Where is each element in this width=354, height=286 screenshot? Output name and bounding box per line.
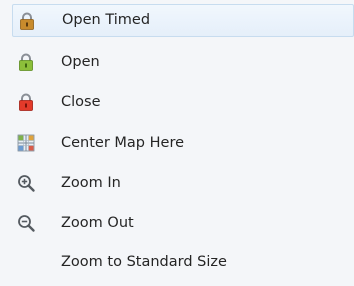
context-menu: Open Timed Open Close Center Map Here Zo… <box>0 0 354 286</box>
lock-closed-red-icon <box>16 92 36 112</box>
menu-item-label: Open <box>61 54 100 70</box>
lock-timed-icon <box>17 11 37 31</box>
center-map-grid-icon <box>16 133 36 153</box>
menu-item-open-timed[interactable]: Open Timed <box>12 4 354 37</box>
menu-item-zoom-to-standard-size[interactable]: Zoom to Standard Size <box>0 247 354 277</box>
zoom-out-icon <box>16 213 36 233</box>
menu-item-label: Center Map Here <box>61 135 185 151</box>
menu-item-open[interactable]: Open <box>0 47 354 77</box>
menu-item-label: Open Timed <box>62 12 151 28</box>
menu-item-close[interactable]: Close <box>0 87 354 117</box>
menu-item-zoom-out[interactable]: Zoom Out <box>0 208 354 238</box>
menu-item-label: Zoom to Standard Size <box>61 254 227 270</box>
menu-item-label: Close <box>61 94 101 110</box>
zoom-in-icon <box>16 173 36 193</box>
lock-open-green-icon <box>16 52 36 72</box>
menu-item-zoom-in[interactable]: Zoom In <box>0 168 354 198</box>
menu-item-center-map-here[interactable]: Center Map Here <box>0 128 354 158</box>
menu-item-label: Zoom In <box>61 175 121 191</box>
menu-item-label: Zoom Out <box>61 215 134 231</box>
